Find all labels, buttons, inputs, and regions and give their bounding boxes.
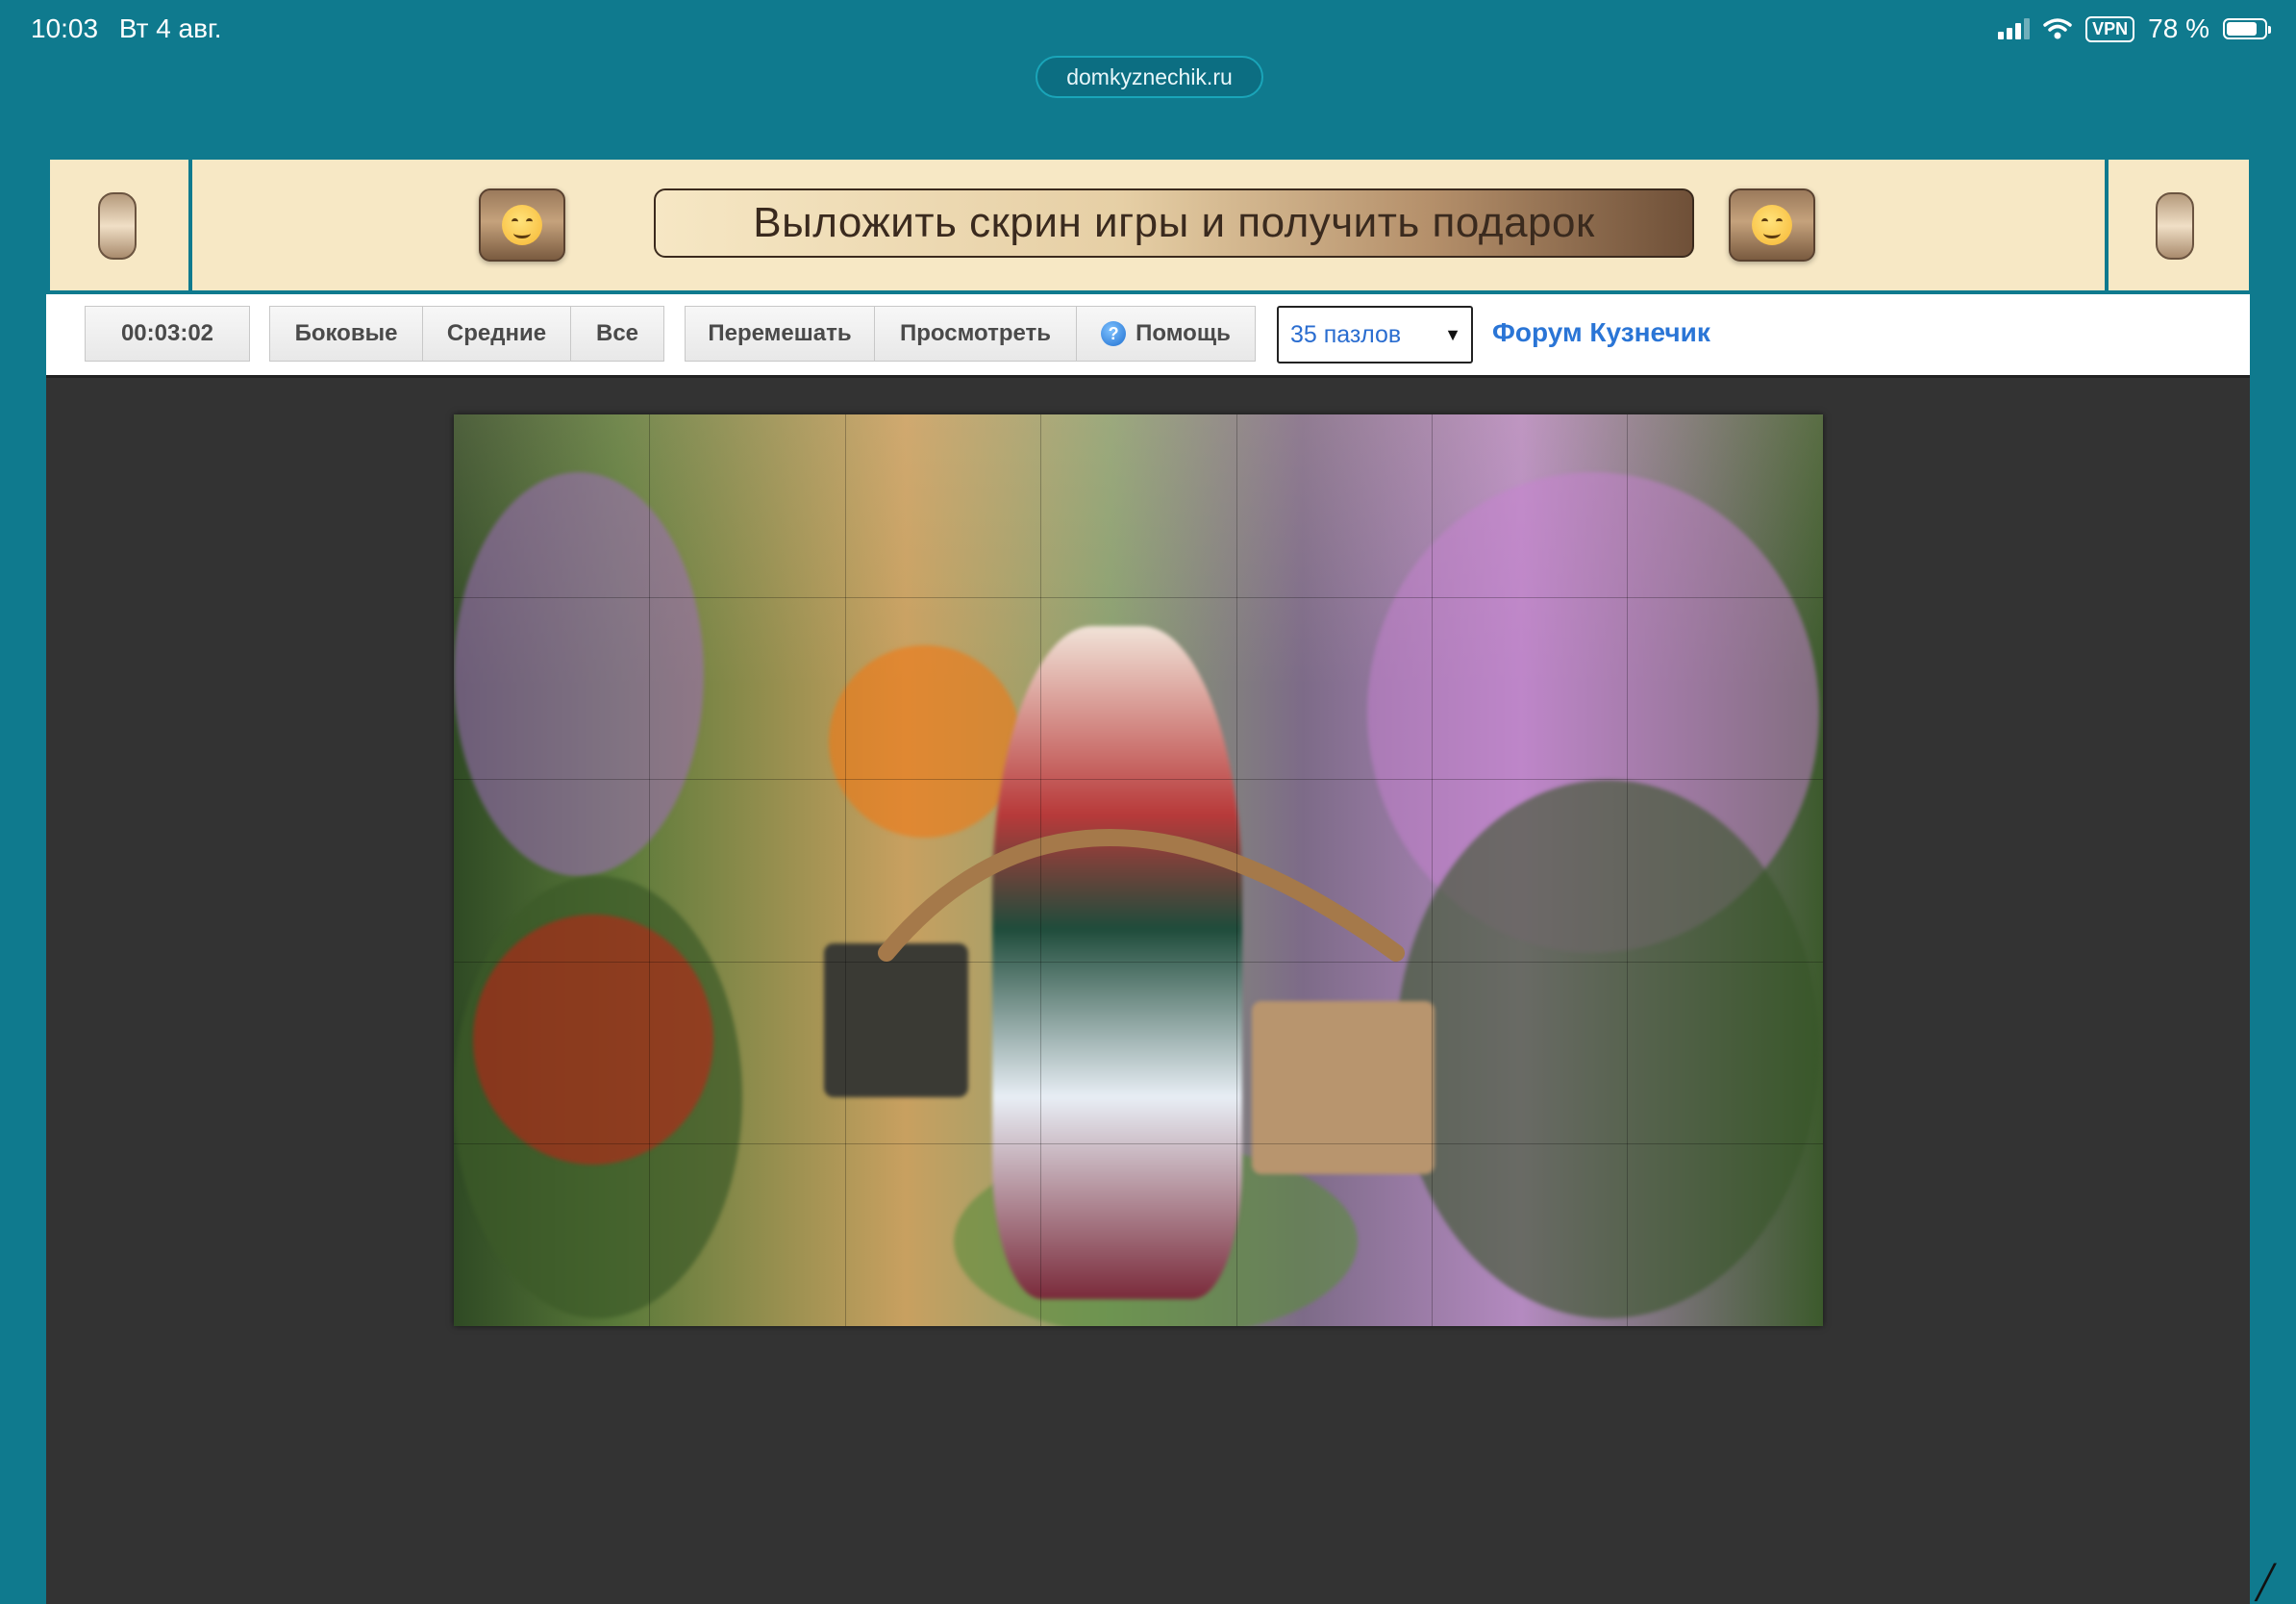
- puzzle-grid: [454, 414, 1823, 1326]
- status-bar: 10:03 Вт 4 авг. VPN 78 %: [0, 0, 2296, 62]
- hugging-face-emoji-icon: [1752, 205, 1792, 245]
- loading-indicator-icon: ╱: [2256, 1565, 2276, 1601]
- banner-left-handle: [98, 192, 137, 260]
- dropdown-arrow-icon: ▼: [1444, 325, 1461, 344]
- middle-pieces-button[interactable]: Средние: [422, 306, 571, 362]
- help-button[interactable]: ? Помощь: [1076, 306, 1256, 362]
- banner-right-handle: [2156, 192, 2194, 260]
- vpn-badge: VPN: [2085, 15, 2135, 42]
- question-icon: ?: [1101, 321, 1127, 346]
- status-date: Вт 4 авг.: [118, 13, 222, 43]
- pieces-count-value: 35 пазлов: [1290, 320, 1402, 348]
- battery-icon: [2223, 18, 2271, 39]
- preview-button[interactable]: Просмотреть: [874, 306, 1077, 362]
- cellular-signal-icon: [1998, 18, 2031, 39]
- pieces-count-select[interactable]: 35 пазлов ▼: [1277, 306, 1473, 363]
- banner-divider-left: [188, 160, 192, 290]
- edge-pieces-button[interactable]: Боковые: [269, 306, 423, 362]
- all-pieces-button[interactable]: Все: [570, 306, 664, 362]
- emoji-button-left[interactable]: [479, 188, 565, 262]
- wifi-icon: [2043, 18, 2072, 39]
- help-button-label: Помощь: [1136, 320, 1231, 346]
- promo-banner: Выложить скрин игры и получить подарок: [50, 160, 2249, 290]
- puzzle-board[interactable]: [454, 414, 1823, 1326]
- game-area: [46, 378, 2250, 1604]
- banner-divider-right: [2105, 160, 2109, 290]
- forum-link[interactable]: Форум Кузнечик: [1492, 317, 1710, 348]
- timer-display: 00:03:02: [85, 306, 250, 362]
- address-bar[interactable]: domkyznechik.ru: [1036, 56, 1263, 98]
- battery-percent: 78 %: [2148, 13, 2209, 43]
- hugging-face-emoji-icon: [502, 205, 542, 245]
- shuffle-button[interactable]: Перемешать: [685, 306, 875, 362]
- status-time: 10:03: [31, 13, 99, 43]
- game-toolbar: 00:03:02 Боковые Средние Все Перемешать …: [46, 294, 2250, 378]
- emoji-button-right[interactable]: [1729, 188, 1815, 262]
- share-screenshot-button[interactable]: Выложить скрин игры и получить подарок: [654, 188, 1694, 258]
